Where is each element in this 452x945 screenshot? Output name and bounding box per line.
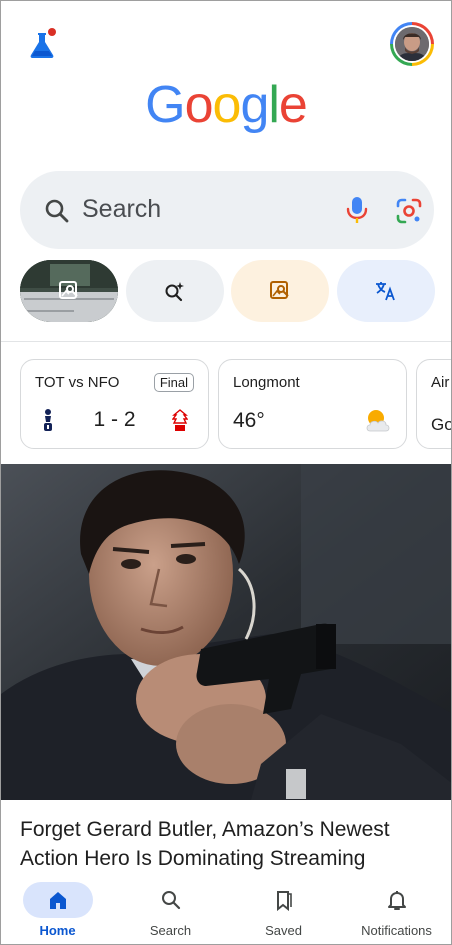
status-badge: Final <box>153 373 194 392</box>
nav-search-label: Search <box>149 923 192 938</box>
logo-letter: G <box>145 76 185 134</box>
partial-card-title: Air <box>431 374 450 391</box>
bell-icon <box>387 891 406 910</box>
search-bar[interactable]: Search <box>20 171 434 249</box>
weather-temperature: 46° <box>233 409 265 432</box>
divider <box>1 341 451 342</box>
nav-saved-label: Saved <box>265 923 302 938</box>
nav-home-label: Home <box>39 923 76 938</box>
nav-search[interactable]: Search <box>114 878 227 944</box>
logo-letter: e <box>278 76 308 134</box>
weather-card[interactable]: Longmont 46° <box>218 359 407 449</box>
nav-home[interactable]: Home <box>1 878 114 944</box>
ai-search-chip[interactable] <box>126 260 224 322</box>
translate-icon <box>376 282 395 301</box>
action-hero-photo <box>1 464 451 800</box>
nav-notifications[interactable]: Notifications <box>340 878 451 944</box>
profile-avatar[interactable] <box>390 22 434 66</box>
sports-score-card[interactable]: TOT vs NFO Final 1 - 2 <box>20 359 209 449</box>
translate-chip[interactable] <box>337 260 435 322</box>
logo-letter: o <box>212 76 242 134</box>
logo-letter: o <box>184 76 214 134</box>
magnify-sparkle-icon <box>165 282 184 302</box>
news-headline[interactable]: Forget Gerard Butler, Amazon’s Newest Ac… <box>20 815 440 873</box>
avatar <box>395 27 429 61</box>
partly-cloudy-icon <box>366 410 390 432</box>
image-search-chip[interactable] <box>20 260 118 322</box>
match-title: TOT vs NFO <box>35 374 120 391</box>
search-input[interactable]: Search <box>82 195 161 224</box>
google-logo: Google <box>1 75 451 135</box>
logo-letter: g <box>240 76 269 134</box>
flask-icon[interactable] <box>27 27 61 61</box>
news-image[interactable] <box>1 464 451 800</box>
app-frame: Google Search TOT vs NFO Final 1 - 2 Lon… <box>0 0 452 945</box>
logo-letter: l <box>268 76 280 134</box>
weather-city: Longmont <box>233 374 300 391</box>
partial-card[interactable]: Air Go <box>416 359 452 449</box>
home-icon <box>49 892 66 909</box>
mic-icon[interactable] <box>344 195 370 225</box>
search-icon <box>161 891 180 910</box>
bookmark-icon <box>276 891 292 911</box>
nav-notifications-label: Notifications <box>361 923 432 938</box>
search-icon <box>45 199 69 223</box>
forest-crest-icon <box>172 409 188 431</box>
nav-saved[interactable]: Saved <box>227 878 340 944</box>
bottom-navigation: Home Search Saved Notifications <box>1 874 451 944</box>
photo-search-chip[interactable] <box>231 260 329 322</box>
google-lens-icon[interactable] <box>394 196 424 226</box>
image-search-icon <box>59 281 78 299</box>
image-search-icon <box>270 281 289 299</box>
partial-card-value: Go <box>431 415 452 434</box>
